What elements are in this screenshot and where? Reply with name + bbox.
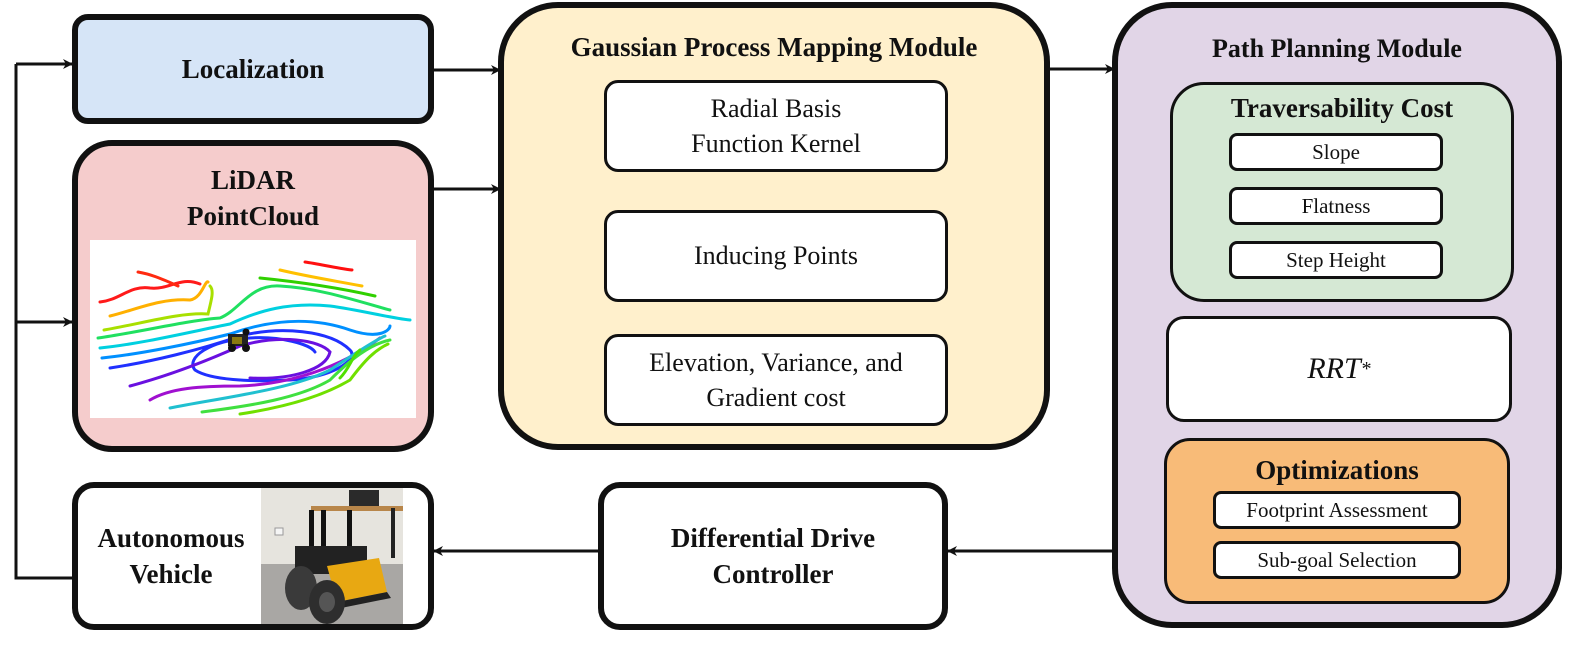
trav-item-step-height: Step Height bbox=[1229, 241, 1443, 279]
edge-vehicle-feedback-trunk bbox=[14, 64, 74, 580]
flatness-label: Flatness bbox=[1301, 193, 1371, 218]
rbf-line2: Function Kernel bbox=[691, 129, 861, 158]
footprint-label: Footprint Assessment bbox=[1246, 497, 1428, 522]
gp-item-inducing-points: Inducing Points bbox=[604, 210, 948, 302]
rbf-line1: Radial Basis bbox=[710, 94, 842, 123]
contour-yellow-green bbox=[102, 284, 214, 332]
controller-label-line1: Differential Drive bbox=[670, 523, 876, 553]
robot-photo bbox=[261, 488, 403, 624]
vehicle-label-line1: Autonomous bbox=[97, 523, 245, 553]
opt-item-subgoal: Sub-goal Selection bbox=[1213, 541, 1461, 579]
localization-label: Localization bbox=[181, 53, 325, 84]
optimizations-title: Optimizations bbox=[1255, 455, 1419, 485]
contour-orange-right bbox=[278, 268, 364, 288]
localization-block: Localization bbox=[72, 14, 434, 124]
elevation-line2: Gradient cost bbox=[706, 383, 846, 412]
gp-item-rbf-kernel: Radial Basis Function Kernel bbox=[604, 80, 948, 172]
lidar-block: LiDAR PointCloud bbox=[72, 140, 434, 452]
path-planning-module: Path Planning Module Traversability Cost… bbox=[1112, 2, 1562, 628]
path-planning-title: Path Planning Module bbox=[1212, 34, 1462, 63]
opt-item-footprint: Footprint Assessment bbox=[1213, 491, 1461, 529]
lidar-label-line1: LiDAR bbox=[210, 165, 295, 195]
gp-item-elevation-cost: Elevation, Variance, and Gradient cost bbox=[604, 334, 948, 426]
rrt-superscript: * bbox=[1360, 357, 1371, 380]
elevation-line1: Elevation, Variance, and bbox=[649, 348, 903, 377]
step-height-label: Step Height bbox=[1286, 247, 1386, 272]
rrt-label: RRT bbox=[1307, 352, 1361, 385]
trav-item-flatness: Flatness bbox=[1229, 187, 1443, 225]
contour-red-right bbox=[303, 260, 354, 272]
optimizations-block: Optimizations Footprint Assessment Sub-g… bbox=[1164, 438, 1510, 604]
autonomous-vehicle-block: Autonomous Vehicle bbox=[72, 482, 434, 630]
traversability-title: Traversability Cost bbox=[1230, 93, 1454, 123]
gp-module-title: Gaussian Process Mapping Module bbox=[570, 32, 978, 62]
contour-red-top bbox=[136, 270, 180, 288]
traversability-cost-block: Traversability Cost Slope Flatness Step … bbox=[1170, 82, 1514, 302]
controller-label-line2: Controller bbox=[712, 559, 834, 589]
vehicle-label-line2: Vehicle bbox=[129, 559, 213, 589]
subgoal-label: Sub-goal Selection bbox=[1257, 547, 1417, 572]
trav-item-slope: Slope bbox=[1229, 133, 1443, 171]
gp-mapping-module: Gaussian Process Mapping Module Radial B… bbox=[498, 2, 1050, 450]
slope-label: Slope bbox=[1312, 139, 1360, 164]
controller-block: Differential Drive Controller bbox=[598, 482, 948, 630]
lidar-pointcloud-image bbox=[90, 240, 416, 418]
inducing-points-label: Inducing Points bbox=[694, 241, 858, 270]
rrt-star-block: RRT * bbox=[1166, 316, 1512, 422]
lidar-label-line2: PointCloud bbox=[186, 201, 320, 231]
